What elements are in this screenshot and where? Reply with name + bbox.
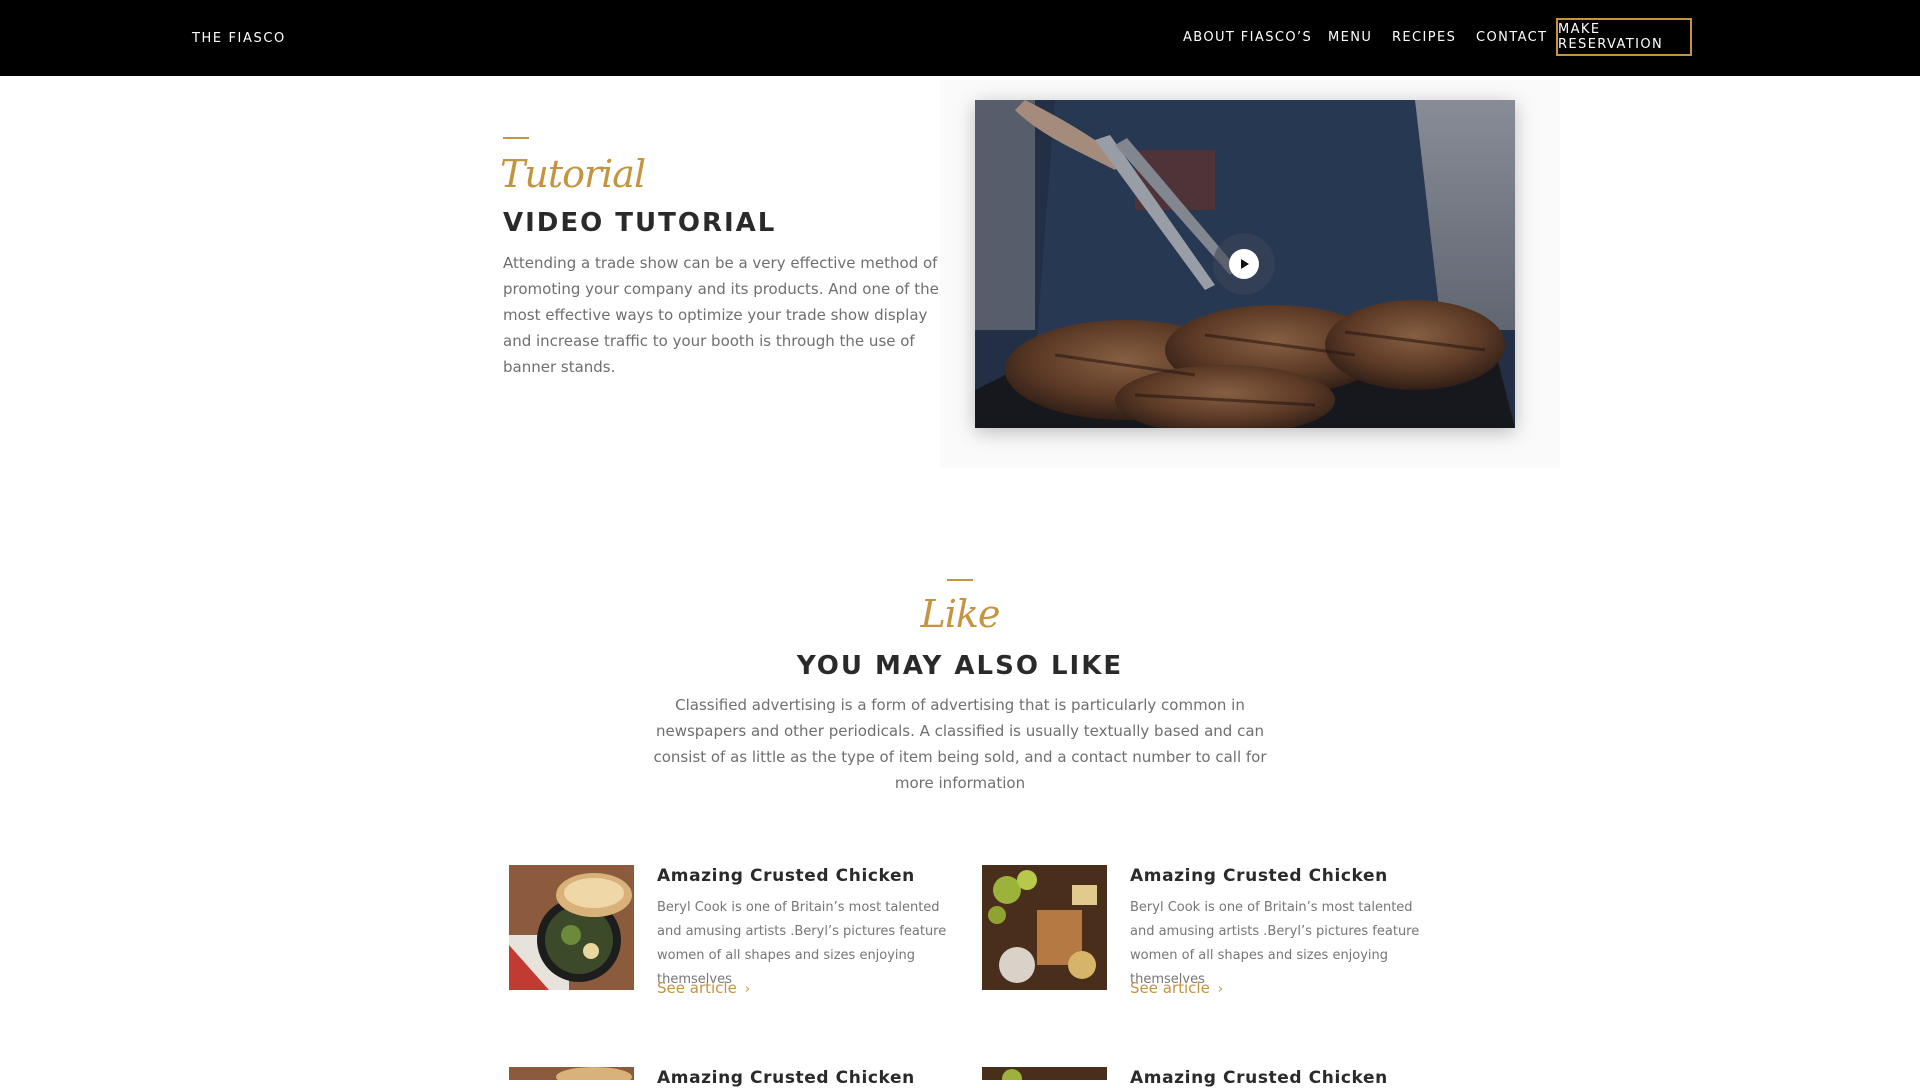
see-article-link[interactable]: See article › [1130,979,1223,997]
see-article-link[interactable]: See article › [657,979,750,997]
you-may-also-like-heading: YOU MAY ALSO LIKE [796,651,1124,681]
article-thumbnail[interactable] [509,865,634,990]
article-thumbnail[interactable] [982,1067,1107,1080]
tutorial-accent-dash [503,137,529,139]
site-brand[interactable]: THE FIASCO [192,31,286,46]
article-title[interactable]: Amazing Crusted Chicken [1130,1068,1388,1088]
play-icon [1229,249,1259,279]
see-article-label: See article [1130,979,1210,997]
make-reservation-label: MAKE RESERVATION [1558,22,1664,52]
nav-link-menu[interactable]: MENU [1328,30,1372,45]
article-thumbnail[interactable] [982,865,1107,990]
article-thumbnail[interactable] [509,1067,634,1080]
like-script-label: Like [920,592,1001,636]
article-description: Beryl Cook is one of Britain’s most tale… [1130,900,1420,987]
like-accent-dash [947,579,973,581]
article-description: Beryl Cook is one of Britain’s most tale… [657,900,947,987]
chevron-right-icon: › [744,982,751,997]
nav-link-contact[interactable]: CONTACT [1476,30,1547,45]
make-reservation-button[interactable]: MAKE RESERVATION [1556,18,1692,56]
article-title[interactable]: Amazing Crusted Chicken [657,1068,915,1088]
play-button[interactable] [1213,233,1275,295]
article-title[interactable]: Amazing Crusted Chicken [657,866,915,886]
see-article-label: See article [657,979,737,997]
top-navbar: THE FIASCO ABOUT FIASCO’S MENU RECIPES C… [0,0,1920,76]
tutorial-description: Attending a trade show can be a very eff… [503,254,939,376]
nav-link-recipes[interactable]: RECIPES [1392,30,1456,45]
tutorial-script-label: Tutorial [500,152,646,196]
like-description: Classified advertising is a form of adve… [653,696,1267,792]
video-tutorial-heading: VIDEO TUTORIAL [503,208,777,238]
chevron-right-icon: › [1217,982,1224,997]
article-title[interactable]: Amazing Crusted Chicken [1130,866,1388,886]
nav-link-about[interactable]: ABOUT FIASCO’S [1183,30,1312,45]
